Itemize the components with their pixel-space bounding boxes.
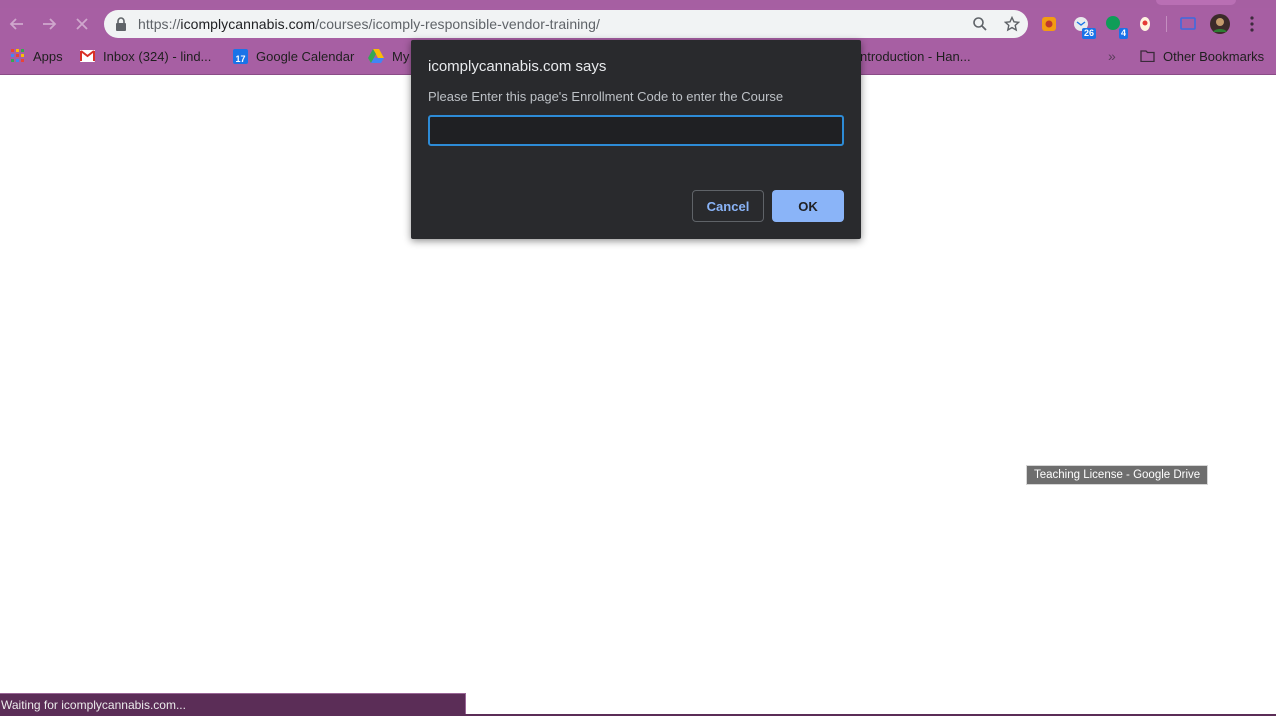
back-button[interactable] [6, 13, 28, 35]
mail-badge: 26 [1081, 28, 1096, 39]
mail-extension-icon[interactable]: 26 [1070, 13, 1096, 39]
bookmark-apps[interactable]: Apps [11, 47, 63, 65]
cancel-button[interactable]: Cancel [692, 190, 764, 222]
bookmark-drive-label: My [392, 48, 410, 64]
bookmark-apps-label: Apps [33, 48, 63, 64]
forward-button[interactable] [38, 13, 60, 35]
omnibox-actions [972, 10, 1020, 38]
dialog-message: Please Enter this page's Enrollment Code… [428, 89, 784, 104]
status-bubble: Waiting for icomplycannabis.com... [0, 693, 466, 715]
enrollment-code-input[interactable] [428, 115, 844, 146]
tab-strip [0, 0, 1276, 8]
cast-icon[interactable] [1177, 13, 1199, 35]
honey-extension-icon[interactable] [1038, 13, 1060, 35]
pin-extension-icon[interactable] [1134, 13, 1156, 35]
dialog-title: icomplycannabis.com says [428, 58, 607, 75]
bookmark-star-icon[interactable] [1004, 16, 1020, 32]
chevron-double-right-icon: » [1108, 48, 1116, 64]
stop-loading-button[interactable] [71, 13, 93, 35]
ok-button[interactable]: OK [772, 190, 844, 222]
chat-extension-icon[interactable]: 4 [1102, 13, 1128, 39]
avatar[interactable] [1209, 13, 1231, 35]
zoom-icon[interactable] [972, 16, 988, 32]
chat-badge: 4 [1118, 28, 1128, 39]
bookmark-calendar[interactable]: 17 Google Calendar [233, 47, 354, 65]
bookmark-other-label: Other Bookmarks [1163, 48, 1265, 64]
gmail-icon [80, 50, 95, 62]
url-text[interactable]: https://icomplycannabis.com/courses/icom… [138, 16, 600, 32]
tooltip: Teaching License - Google Drive [1026, 465, 1209, 485]
toolbar-divider [1166, 16, 1167, 32]
bookmarks-overflow-button[interactable]: » [1108, 47, 1116, 65]
close-icon [76, 18, 88, 30]
arrow-right-icon [43, 18, 57, 30]
bookmark-other[interactable]: Other Bookmarks [1140, 47, 1264, 65]
browser-toolbar: https://icomplycannabis.com/courses/icom… [0, 8, 1276, 40]
bookmark-introduction-label: ntroduction - Han... [860, 48, 971, 64]
prompt-dialog: icomplycannabis.com says Please Enter th… [411, 40, 861, 239]
bookmark-gmail[interactable]: Inbox (324) - lind... [80, 47, 211, 65]
folder-icon [1140, 50, 1155, 62]
bookmark-drive[interactable]: My [368, 47, 409, 65]
url-host: icomplycannabis.com [180, 16, 316, 32]
url-path: /courses/icomply-responsible-vendor-trai… [315, 16, 600, 32]
address-bar[interactable]: https://icomplycannabis.com/courses/icom… [104, 10, 1028, 38]
tab-edge[interactable] [1156, 0, 1236, 5]
lock-icon[interactable] [104, 17, 138, 31]
bookmark-gmail-label: Inbox (324) - lind... [103, 48, 212, 64]
extensions-area: 26 4 [1038, 13, 1263, 39]
apps-grid-icon [11, 49, 24, 62]
bookmark-introduction[interactable]: ntroduction - Han... [860, 47, 971, 65]
google-drive-icon [368, 49, 384, 63]
arrow-left-icon [9, 18, 23, 30]
calendar-icon: 17 [233, 48, 248, 64]
menu-icon[interactable] [1241, 13, 1263, 35]
bookmark-calendar-label: Google Calendar [256, 48, 355, 64]
url-scheme: https:// [138, 16, 181, 32]
